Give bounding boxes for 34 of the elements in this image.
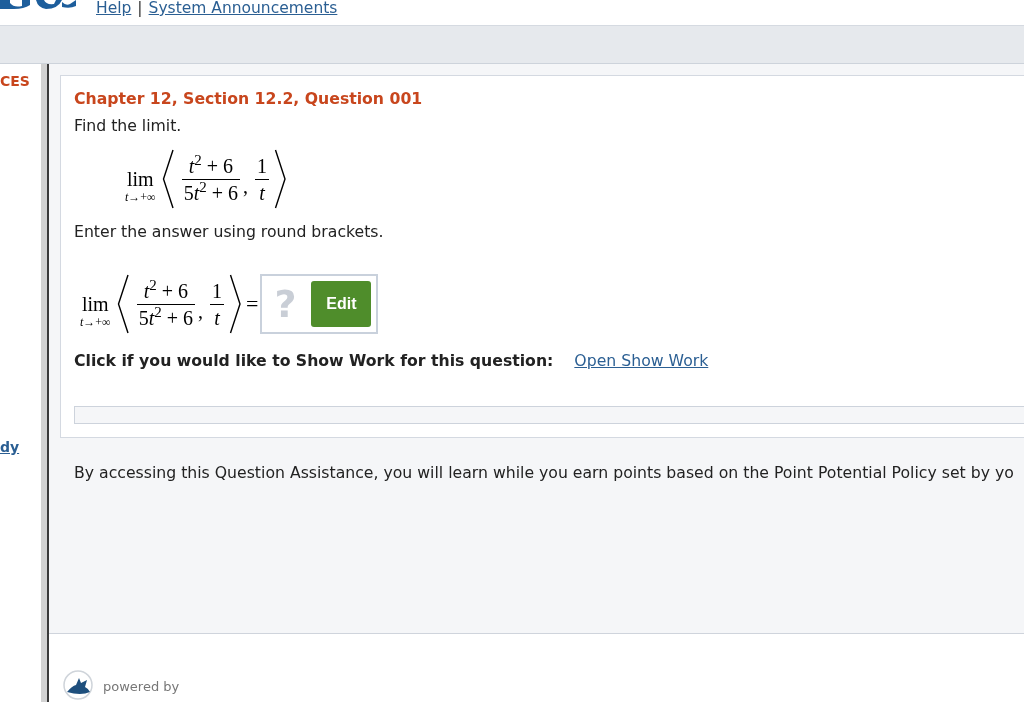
fraction-denominator: 5t$^{2}$ + 6	[137, 306, 194, 329]
fraction-denominator: 5t$^{2}$ + 6	[182, 181, 239, 204]
assistance-notice: By accessing this Question Assistance, you will learn while you earn points based on the Point Potential Policy set by yo	[74, 464, 1015, 482]
answer-placeholder: ?	[274, 283, 297, 325]
sidebar-heading: CES	[0, 73, 31, 89]
fraction-numerator: t$^{2}$ + 6	[187, 154, 234, 177]
instruction-text: Enter the answer using round brackets.	[74, 223, 385, 241]
equals-sign: =	[246, 293, 259, 315]
fraction-numerator: 1	[256, 154, 268, 177]
link-separator: |	[137, 0, 143, 16]
left-angle-bracket-icon	[116, 274, 130, 334]
help-link[interactable]: Help	[96, 0, 132, 16]
fraction-denominator: t	[258, 181, 266, 204]
answer-box[interactable]: ? Edit	[260, 274, 379, 334]
limit-operator: lim	[127, 168, 154, 190]
fraction-denominator: t	[213, 306, 221, 329]
question-title: Chapter 12, Section 12.2, Question 001	[74, 90, 424, 108]
limit-subscript: t→+∞	[80, 315, 111, 329]
fraction-numerator: t$^{2}$ + 6	[142, 279, 189, 302]
announcements-link[interactable]: System Announcements	[148, 0, 338, 16]
comma: ,	[243, 176, 248, 196]
left-angle-bracket-icon	[161, 149, 175, 209]
right-angle-bracket-icon	[274, 149, 287, 209]
right-angle-bracket-icon	[229, 274, 242, 334]
show-work-label: Click if you would like to Show Work for this question:	[74, 352, 554, 370]
question-prompt: Find the limit.	[74, 117, 183, 135]
powered-by-text: powered by	[103, 679, 180, 694]
edit-button[interactable]: Edit	[311, 281, 372, 327]
limit-operator: lim	[82, 293, 109, 315]
open-show-work-link[interactable]: Open Show Work	[574, 352, 709, 370]
fraction-numerator: 1	[211, 279, 223, 302]
sidebar-link[interactable]: dy	[0, 439, 41, 455]
limit-subscript: t→+∞	[125, 190, 156, 204]
comma: ,	[198, 301, 203, 321]
